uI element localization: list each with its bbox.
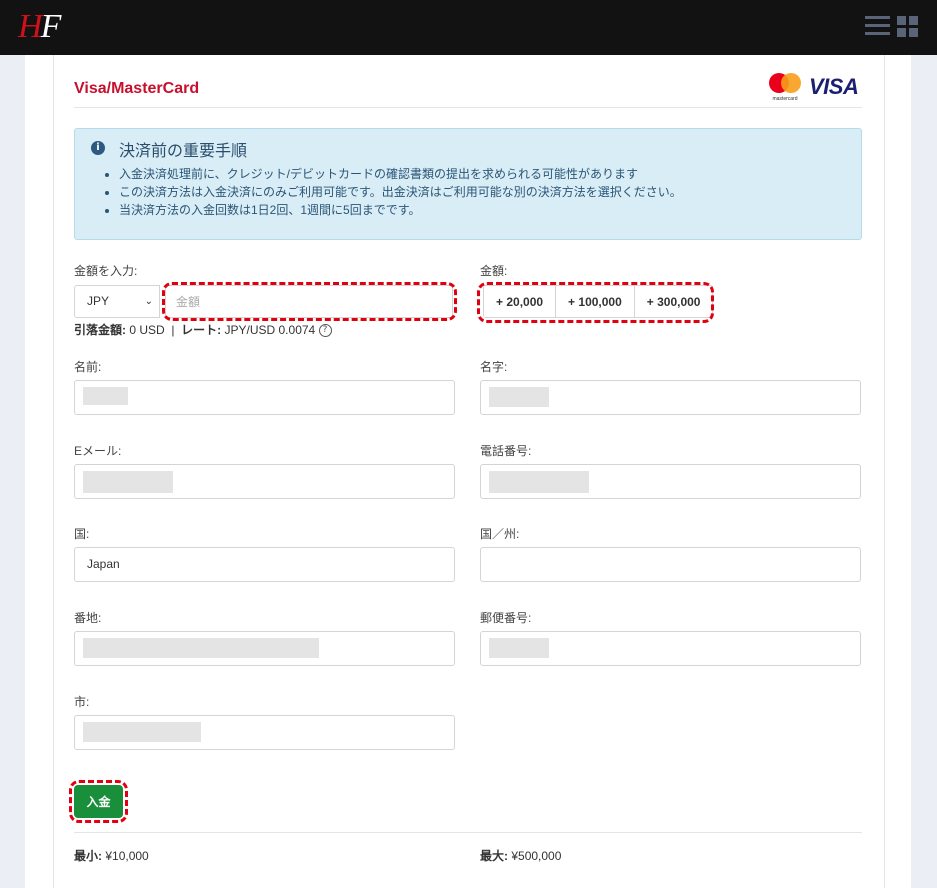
last-name-field[interactable] xyxy=(480,380,861,415)
email-field[interactable] xyxy=(74,464,455,499)
quick-amount-label: 金額: xyxy=(480,264,508,278)
help-icon[interactable]: ? xyxy=(318,324,332,338)
redacted-text xyxy=(489,387,549,407)
redacted-text xyxy=(83,638,319,658)
payment-method-title: Visa/MasterCard xyxy=(74,80,200,97)
first-name-field[interactable] xyxy=(74,380,455,415)
currency-select[interactable]: JPY ⌄ xyxy=(74,285,160,318)
min-label: 最小: xyxy=(74,849,102,863)
visa-logo: VISA xyxy=(809,74,859,99)
redacted-text xyxy=(489,638,549,658)
amount-label: 金額を入力: xyxy=(74,264,138,278)
quick-amount-group: + 20,000 + 100,000 + 300,000 xyxy=(483,285,714,318)
add-20000-button[interactable]: + 20,000 xyxy=(484,286,557,317)
max-label: 最大: xyxy=(480,849,508,863)
state-label: 国／州: xyxy=(480,527,520,541)
info-icon: i xyxy=(91,141,105,155)
hamburger-icon[interactable] xyxy=(865,16,890,36)
max-limit: 最大: ¥500,000 xyxy=(480,847,561,864)
rate-value: JPY/USD 0.0074 xyxy=(224,323,316,337)
logo-f: F xyxy=(40,8,62,45)
min-value: ¥10,000 xyxy=(105,849,149,863)
notice-item: 当決済方法の入金回数は1日2回、1週間に5回までです。 xyxy=(119,201,682,219)
address-field[interactable] xyxy=(74,631,455,666)
divider xyxy=(74,832,862,833)
rate-info: 引落金額: 0 USD | レート: JPY/USD 0.0074 ? xyxy=(74,321,332,338)
min-limit: 最小: ¥10,000 xyxy=(74,847,149,864)
email-label: Eメール: xyxy=(74,444,122,458)
notice-list: 入金決済処理前に、クレジット/デビットカードの確認書類の提出を求められる可能性が… xyxy=(99,165,682,219)
city-label: 市: xyxy=(74,695,90,709)
mastercard-logo: mastercard xyxy=(769,73,801,102)
country-label: 国: xyxy=(74,527,90,541)
notice-title: 決済前の重要手順 xyxy=(119,143,248,160)
deposit-button[interactable]: 入金 xyxy=(74,785,123,818)
redacted-text xyxy=(489,471,589,493)
rate-label: レート: xyxy=(181,323,222,337)
city-field[interactable] xyxy=(74,715,455,750)
currency-value: JPY xyxy=(87,294,110,308)
important-notice: i 決済前の重要手順 入金決済処理前に、クレジット/デビットカードの確認書類の提… xyxy=(74,128,862,240)
hf-logo[interactable]: HF xyxy=(18,8,62,46)
max-value: ¥500,000 xyxy=(511,849,562,863)
separator: | xyxy=(171,323,175,337)
notice-item: 入金決済処理前に、クレジット/デビットカードの確認書類の提出を求められる可能性が… xyxy=(119,165,682,183)
amount-input[interactable] xyxy=(165,285,453,318)
add-300000-button[interactable]: + 300,000 xyxy=(634,286,713,317)
last-name-label: 名字: xyxy=(480,360,508,374)
divider xyxy=(74,107,862,108)
redacted-text xyxy=(83,387,128,405)
phone-field[interactable] xyxy=(480,464,861,499)
first-name-label: 名前: xyxy=(74,360,102,374)
chevron-down-icon: ⌄ xyxy=(144,296,153,307)
logo-h: H xyxy=(18,8,43,45)
redacted-text xyxy=(83,722,201,742)
zip-label: 郵便番号: xyxy=(480,611,532,625)
zip-field[interactable] xyxy=(480,631,861,666)
debit-value: 0 USD xyxy=(129,323,165,337)
top-bar: HF xyxy=(0,0,937,55)
svg-text:mastercard: mastercard xyxy=(772,96,797,102)
phone-label: 電話番号: xyxy=(480,444,532,458)
country-field[interactable]: Japan xyxy=(74,547,455,582)
notice-item: この決済方法は入金決済にのみご利用可能です。出金決済はご利用可能な別の決済方法を… xyxy=(119,183,682,201)
debit-label: 引落金額: xyxy=(74,323,126,337)
address-label: 番地: xyxy=(74,611,102,625)
redacted-text xyxy=(83,471,173,493)
add-100000-button[interactable]: + 100,000 xyxy=(556,286,635,317)
state-field[interactable] xyxy=(480,547,861,582)
grid-icon[interactable] xyxy=(897,16,918,37)
